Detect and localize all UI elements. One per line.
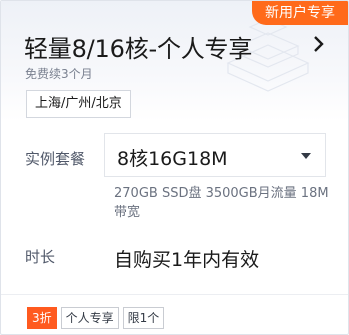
chevron-right-icon[interactable] <box>312 35 326 53</box>
product-subtitle: 免费续3个月 <box>25 67 93 81</box>
spec-label: 实例套餐 <box>25 150 86 168</box>
divider <box>1 294 348 295</box>
duration-label: 时长 <box>25 248 56 266</box>
instance-package-value: 8核16G18M <box>117 148 228 170</box>
spec-description: 270GB SSD盘 3500GB月流量 18M带宽 <box>114 186 329 220</box>
new-user-promo-badge: 新用户专享 <box>252 1 348 25</box>
discount-badge: 3折 <box>27 307 57 329</box>
caret-down-icon <box>301 153 311 159</box>
tag-list: 3折 个人专享 限1个 <box>27 307 165 329</box>
purchase-limit-tag: 限1个 <box>122 307 165 329</box>
product-title[interactable]: 轻量8/16核-个人专享 <box>24 29 252 64</box>
duration-value: 自购买1年内有效 <box>114 249 260 271</box>
product-card[interactable]: 新用户专享 轻量8/16核-个人专享 免费续3个月 上海/广州/北京 实例套餐 … <box>0 0 349 335</box>
personal-exclusive-tag: 个人专享 <box>60 307 119 329</box>
instance-package-select[interactable]: 8核16G18M <box>104 133 326 177</box>
region-chip: 上海/广州/北京 <box>26 90 131 118</box>
